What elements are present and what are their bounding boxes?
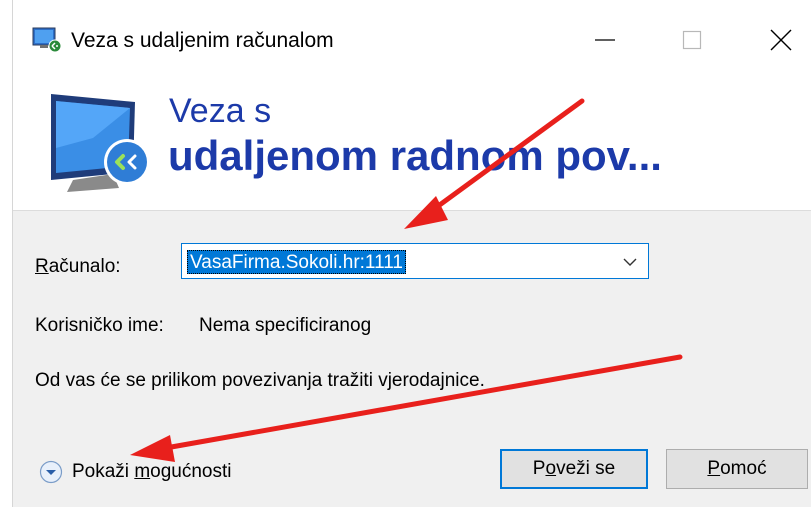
username-label: Korisničko ime: — [35, 315, 164, 336]
close-button[interactable] — [746, 17, 811, 63]
help-rest: omoć — [720, 458, 767, 479]
show-options-toggle[interactable]: Pokaži mogućnosti — [39, 458, 269, 488]
connect-prefix: P — [532, 458, 546, 479]
window-title: Veza s udaljenim računalom — [71, 29, 334, 52]
banner-title-line1: Veza s — [169, 92, 272, 130]
remote-desktop-monitor-icon — [43, 88, 173, 196]
title-bar[interactable]: Veza s udaljenim računalom — [13, 0, 811, 80]
remote-desktop-app-icon — [32, 27, 64, 53]
computer-combobox[interactable]: VasaFirma.Sokoli.hr:1111 — [181, 243, 649, 279]
close-icon — [770, 29, 792, 51]
show-options-prefix: Pokaži — [72, 461, 135, 482]
header-banner: Veza s udaljenom radnom pov... — [13, 80, 811, 211]
remote-desktop-window: Veza s udaljenim računalom Veza s udalje… — [12, 0, 811, 507]
connect-button[interactable]: Poveži se — [500, 449, 648, 489]
expand-options-icon[interactable] — [39, 460, 63, 484]
connect-rest: veži se — [556, 458, 616, 479]
computer-label-rest: ačunalo: — [48, 256, 121, 277]
computer-label: Računalo: — [35, 256, 121, 278]
show-options-accel: m — [134, 461, 151, 482]
minimize-icon — [595, 39, 615, 41]
connect-accel: o — [545, 458, 557, 479]
show-options-label[interactable]: Pokaži mogućnosti — [72, 461, 231, 483]
minimize-button[interactable] — [566, 17, 638, 63]
computer-label-accel: R — [35, 256, 49, 277]
username-value: Nema specificiranog — [199, 315, 372, 336]
banner-title-line2: udaljenom radnom pov... — [168, 132, 662, 179]
maximize-icon — [682, 30, 702, 50]
help-button[interactable]: Pomoć — [666, 449, 808, 489]
help-accel: P — [707, 458, 721, 479]
chevron-down-icon[interactable] — [622, 254, 638, 270]
show-options-rest: ogućnosti — [150, 461, 232, 482]
maximize-button[interactable] — [656, 17, 728, 63]
computer-input[interactable]: VasaFirma.Sokoli.hr:1111 — [187, 250, 406, 274]
credentials-info-text: Od vas će se prilikom povezivanja tražit… — [35, 370, 485, 391]
